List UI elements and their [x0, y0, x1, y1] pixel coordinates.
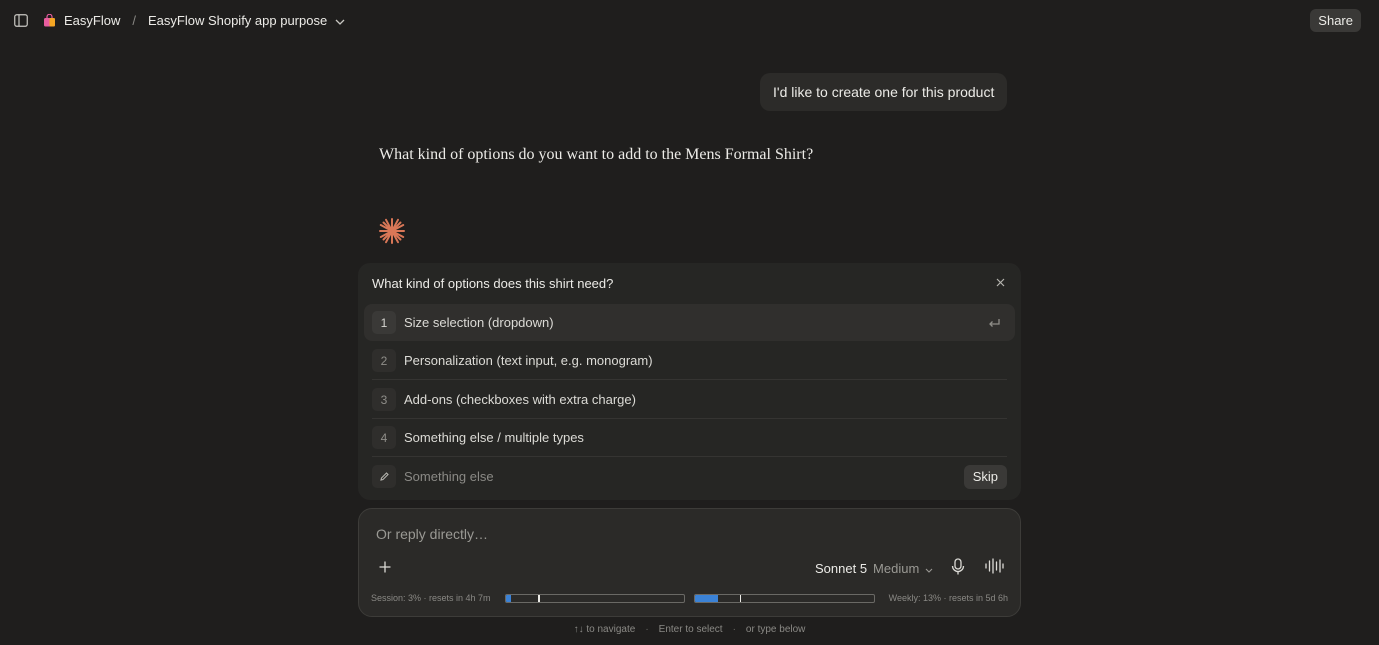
option-number: 3: [372, 388, 396, 411]
close-icon[interactable]: [993, 275, 1007, 289]
option-number: 1: [372, 311, 396, 334]
option-size-selection[interactable]: 1 Size selection (dropdown): [364, 304, 1015, 341]
session-usage-fill: [506, 595, 512, 602]
keyboard-hints: ↑↓ to navigate · Enter to select · or ty…: [0, 624, 1379, 635]
top-bar: EasyFlow / EasyFlow Shopify app purpose …: [0, 0, 1379, 40]
pencil-icon: [372, 465, 396, 488]
other-answer-row: Skip: [364, 458, 1015, 495]
option-label: Size selection (dropdown): [404, 315, 554, 330]
model-selector[interactable]: Sonnet 5 Medium: [815, 559, 933, 577]
plus-icon[interactable]: [376, 558, 394, 576]
hint-separator: ·: [732, 624, 736, 635]
weekly-usage-label: Weekly: 13% · resets in 5d 6h: [888, 593, 1008, 603]
session-usage-marker: [538, 595, 540, 602]
weekly-usage-fill: [695, 595, 719, 602]
weekly-usage-bar: [694, 594, 875, 603]
chat-title-menu[interactable]: EasyFlow Shopify app purpose: [148, 13, 345, 28]
session-usage-label: Session: 3% · resets in 4h 7m: [371, 593, 491, 603]
user-message: I'd like to create one for this product: [760, 73, 1008, 111]
shopping-bag-icon: [43, 13, 56, 27]
model-effort: Medium: [873, 560, 920, 576]
option-add-ons[interactable]: 3 Add-ons (checkboxes with extra charge): [364, 381, 1015, 419]
weekly-usage-marker: [739, 595, 742, 602]
share-button[interactable]: Share: [1310, 9, 1361, 32]
option-number: 4: [372, 426, 396, 449]
question-title: What kind of options does this shirt nee…: [372, 276, 614, 291]
model-name: Sonnet 5: [815, 560, 868, 576]
breadcrumb-separator: /: [132, 12, 136, 28]
question-card: What kind of options does this shirt nee…: [358, 263, 1021, 500]
assistant-message: What kind of options do you want to add …: [379, 146, 814, 163]
enter-key-icon: [987, 316, 1001, 330]
option-label: Personalization (text input, e.g. monogr…: [404, 353, 653, 368]
breadcrumb: EasyFlow / EasyFlow Shopify app purpose: [43, 0, 345, 40]
hint-type: or type below: [745, 624, 806, 635]
chevron-down-icon: [335, 13, 345, 28]
microphone-icon[interactable]: [951, 558, 967, 576]
other-answer-input[interactable]: [404, 464, 944, 489]
project-link[interactable]: EasyFlow: [64, 13, 120, 28]
skip-button[interactable]: Skip: [963, 464, 1007, 489]
sidebar-toggle-icon[interactable]: [12, 11, 30, 29]
chat-title: EasyFlow Shopify app purpose: [147, 12, 328, 28]
option-label: Something else / multiple types: [404, 430, 584, 445]
reply-input[interactable]: [376, 523, 976, 545]
claude-spark-icon: [378, 217, 406, 245]
hint-separator: ·: [645, 624, 649, 635]
option-personalization[interactable]: 2 Personalization (text input, e.g. mono…: [364, 342, 1015, 380]
voice-mode-icon[interactable]: [984, 558, 1004, 576]
option-label: Add-ons (checkboxes with extra charge): [404, 392, 636, 407]
chevron-down-icon: [925, 561, 933, 576]
option-something-else[interactable]: 4 Something else / multiple types: [364, 419, 1015, 457]
composer: Sonnet 5 Medium Session: 3% · resets in …: [358, 508, 1021, 617]
session-usage-bar: [505, 594, 685, 603]
option-number: 2: [372, 349, 396, 372]
hint-navigate: ↑↓ to navigate: [573, 624, 636, 635]
hint-select: Enter to select: [658, 624, 723, 635]
